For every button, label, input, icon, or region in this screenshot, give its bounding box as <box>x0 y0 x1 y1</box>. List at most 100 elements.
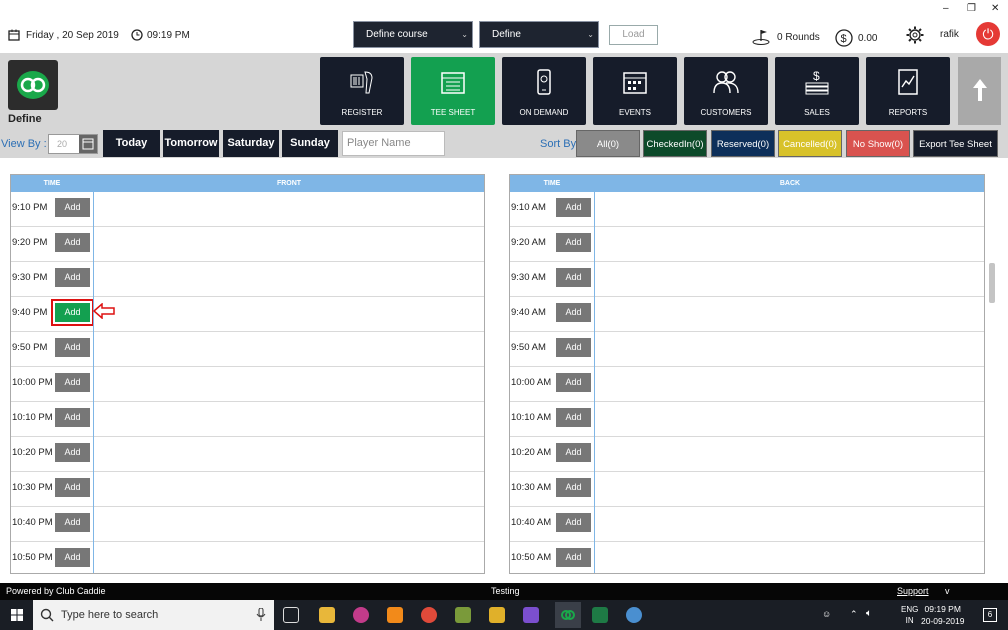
add-booking-button[interactable]: Add <box>55 373 90 392</box>
chevron-up-icon[interactable]: ⌃ <box>850 609 858 620</box>
git-icon[interactable] <box>489 607 505 623</box>
saturday-button[interactable]: Saturday <box>223 130 279 157</box>
front-col-header: FRONT <box>94 175 484 192</box>
sunday-button[interactable]: Sunday <box>282 130 338 157</box>
slack-icon[interactable] <box>353 607 369 623</box>
support-link[interactable]: Support <box>897 583 929 600</box>
add-booking-button[interactable]: Add <box>556 373 591 392</box>
power-icon[interactable]: ⏻ <box>976 22 1000 46</box>
add-booking-button[interactable]: Add <box>556 198 591 217</box>
add-booking-button[interactable]: Add <box>556 338 591 357</box>
club-caddie-taskbar-icon[interactable] <box>555 602 581 628</box>
sublime-icon[interactable] <box>387 607 403 623</box>
nav-reports[interactable]: REPORTS <box>866 57 950 125</box>
add-booking-button[interactable]: Add <box>55 338 90 357</box>
restore-button[interactable]: ❐ <box>967 3 976 14</box>
people-tray-icon[interactable]: ☺ <box>822 609 831 619</box>
svg-text:$: $ <box>841 33 847 45</box>
taskbar-search-input[interactable]: Type here to search <box>33 600 274 630</box>
player-name-input[interactable]: Player Name <box>342 131 445 156</box>
add-booking-button[interactable]: Add <box>556 443 591 462</box>
table-row: 9:40 AM Add <box>510 297 984 332</box>
lang-secondary: IN <box>905 616 914 625</box>
calendar-icon <box>441 72 465 94</box>
sort-noshow-button[interactable]: No Show(0) <box>846 130 910 157</box>
mode-text: Testing <box>491 586 520 596</box>
status-bar: Powered by Club Caddie Testing Support v… <box>0 583 1008 613</box>
date-text: Friday , 20 Sep 2019 <box>26 29 119 41</box>
search-placeholder: Type here to search <box>61 609 159 621</box>
table-row: 9:50 AM Add <box>510 332 984 367</box>
search-icon <box>40 608 54 622</box>
nav-sales[interactable]: $ SALES <box>775 57 859 125</box>
table-row: 10:30 AM Add <box>510 472 984 507</box>
app-icon[interactable] <box>455 607 471 623</box>
task-view-icon[interactable] <box>283 607 299 623</box>
sort-all-button[interactable]: All(0) <box>576 130 640 157</box>
nav-customers[interactable]: CUSTOMERS <box>684 57 768 125</box>
date-picker[interactable]: 20 <box>48 134 98 154</box>
language-indicator[interactable]: ENG IN <box>901 604 918 626</box>
phone-icon <box>537 69 551 95</box>
load-button[interactable]: Load <box>609 25 658 45</box>
volume-icon[interactable]: 🔈︎ <box>866 608 872 619</box>
sort-checkedin-button[interactable]: CheckedIn(0) <box>643 130 707 157</box>
minimize-button[interactable]: – <box>943 3 949 14</box>
table-row: 10:40 AM Add <box>510 507 984 542</box>
add-booking-button[interactable]: Add <box>55 198 90 217</box>
windows-icon[interactable] <box>11 609 23 621</box>
sort-reserved-button[interactable]: Reserved(0) <box>711 130 775 157</box>
add-booking-button[interactable]: Add <box>556 408 591 427</box>
visual-studio-icon[interactable] <box>523 607 539 623</box>
title-bar: – ❐ ✕ Friday , 20 Sep 2019 09:19 PM Defi… <box>0 0 1008 53</box>
table-row: 10:20 AM Add <box>510 437 984 472</box>
add-booking-button[interactable]: Add <box>556 548 591 567</box>
chrome-icon[interactable] <box>421 607 437 623</box>
notification-icon[interactable]: 6 <box>983 608 997 622</box>
scroll-up-button[interactable] <box>958 57 1001 125</box>
taskbar-clock[interactable]: 09:19 PM 20-09-2019 <box>921 603 964 627</box>
add-booking-button[interactable]: Add <box>55 408 90 427</box>
back-scrollbar[interactable] <box>989 263 995 303</box>
add-booking-button[interactable]: Add <box>55 268 90 287</box>
add-booking-button[interactable]: Add <box>51 299 94 326</box>
add-booking-button[interactable]: Add <box>556 478 591 497</box>
file-explorer-icon[interactable] <box>319 607 335 623</box>
excel-icon[interactable] <box>592 607 608 623</box>
add-booking-button[interactable]: Add <box>556 513 591 532</box>
course-select[interactable]: Define course ⌄ <box>353 21 473 48</box>
table-row: 9:30 PM Add <box>11 262 484 297</box>
add-booking-button[interactable]: Add <box>55 513 90 532</box>
events-calendar-icon <box>623 72 647 94</box>
add-booking-button[interactable]: Add <box>55 548 90 567</box>
define-select[interactable]: Define ⌄ <box>479 21 599 48</box>
nav-reports-label: REPORTS <box>888 108 928 117</box>
clock-date: 20-09-2019 <box>921 616 965 626</box>
add-booking-button[interactable]: Add <box>556 233 591 252</box>
close-button[interactable]: ✕ <box>991 3 999 14</box>
sort-cancelled-button[interactable]: Cancelled(0) <box>778 130 842 157</box>
add-booking-button[interactable]: Add <box>55 443 90 462</box>
add-booking-button[interactable]: Add <box>556 303 591 322</box>
paint-icon[interactable] <box>626 607 642 623</box>
add-booking-button[interactable]: Add <box>556 268 591 287</box>
add-booking-button[interactable]: Add <box>55 478 90 497</box>
microphone-icon[interactable] <box>256 608 266 622</box>
calendar-icon[interactable] <box>79 135 97 153</box>
user-name[interactable]: rafik <box>940 29 959 40</box>
table-row: 10:10 PM Add <box>11 402 484 437</box>
tee-time: 10:40 AM <box>511 517 552 528</box>
gear-icon[interactable] <box>906 26 924 44</box>
nav-register[interactable]: REGISTER <box>320 57 404 125</box>
dollar-icon: $ <box>835 29 853 47</box>
nav-events[interactable]: EVENTS <box>593 57 677 125</box>
nav-tee-sheet[interactable]: TEE SHEET <box>411 57 495 125</box>
today-button[interactable]: Today <box>103 130 160 157</box>
tee-time: 9:50 PM <box>12 342 48 353</box>
add-booking-button[interactable]: Add <box>55 233 90 252</box>
export-tee-sheet-button[interactable]: Export Tee Sheet <box>913 130 998 157</box>
nav-on-demand[interactable]: ON DEMAND <box>502 57 586 125</box>
tee-time: 10:50 PM <box>12 552 53 563</box>
tomorrow-button[interactable]: Tomorrow <box>163 130 219 157</box>
date-display: Friday , 20 Sep 2019 <box>8 29 119 41</box>
